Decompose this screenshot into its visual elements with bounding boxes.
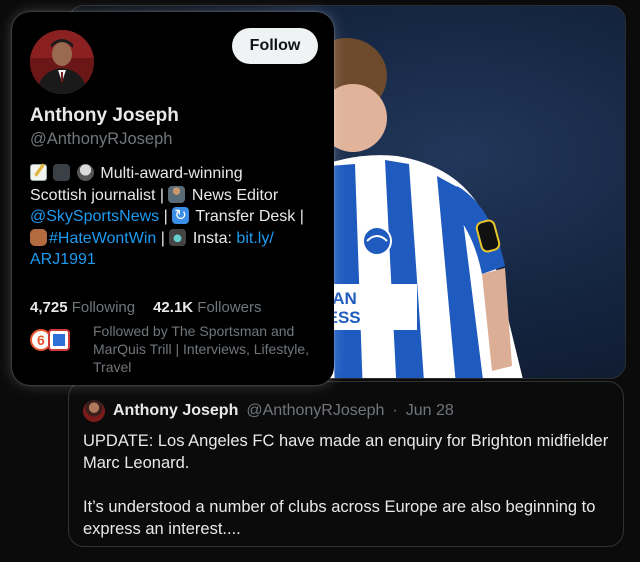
bio-text-2: Scottish journalist |: [30, 186, 164, 204]
bio-link-insta-1[interactable]: bit.ly/: [236, 230, 273, 247]
followers-label: Followers: [197, 299, 262, 316]
quote-date[interactable]: Jun 28: [406, 402, 454, 420]
microphone-emoji-icon: [76, 164, 94, 181]
raised-fist-emoji-icon: [30, 228, 47, 246]
following-label: Following: [71, 299, 136, 316]
bio-text-5: Transfer Desk |: [195, 208, 304, 225]
quote-body: UPDATE: Los Angeles FC have made an enqu…: [83, 430, 613, 562]
camera-flash-emoji-icon: [169, 228, 187, 246]
player-photo: RICAN PRESS: [307, 38, 523, 378]
movie-camera-emoji-icon: [53, 164, 71, 181]
quote-author-handle[interactable]: @AnthonyRJoseph: [246, 402, 384, 420]
quote-paragraph-1: UPDATE: Los Angeles FC have made an enqu…: [83, 432, 609, 472]
repeat-emoji-icon: [172, 205, 190, 227]
followed-by-avatars: [30, 329, 74, 353]
followed-by-text: Followed by The Sportsman and MarQuis Tr…: [93, 323, 310, 375]
quote-author-name[interactable]: Anthony Joseph: [113, 402, 238, 420]
followers-stat[interactable]: 42.1K Followers: [153, 299, 261, 316]
bio-link-insta-2[interactable]: ARJ1991: [30, 251, 96, 268]
profile-handle[interactable]: @AnthonyRJoseph: [30, 130, 172, 149]
quote-separator: ·: [392, 402, 398, 419]
quoted-tweet[interactable]: Anthony Joseph @AnthonyRJoseph · Jun 28 …: [68, 381, 624, 547]
following-stat[interactable]: 4,725 Following: [30, 299, 135, 316]
followers-count: 42.1K: [153, 299, 194, 316]
quote-paragraph-2: It’s understood a number of clubs across…: [83, 498, 596, 538]
office-worker-emoji-icon: [168, 185, 186, 203]
follow-button[interactable]: Follow: [232, 28, 318, 64]
followed-by[interactable]: Followed by The Sportsman and MarQuis Tr…: [30, 317, 322, 377]
profile-stats: 4,725 Following 42.1K Followers: [30, 299, 261, 316]
avatar-image: [30, 30, 94, 94]
quote-avatar[interactable]: [83, 400, 105, 422]
bio-text-7: Insta:: [192, 229, 232, 247]
bio-text-4: |: [163, 208, 168, 225]
bio-text-1: Multi-award-winning: [100, 165, 243, 182]
profile-name[interactable]: Anthony Joseph: [30, 105, 179, 127]
memo-emoji-icon: [30, 164, 47, 181]
following-count: 4,725: [30, 299, 68, 316]
quoted-tweet-header: Anthony Joseph @AnthonyRJoseph · Jun 28: [83, 400, 454, 422]
bio-text-6: |: [160, 229, 165, 247]
profile-hover-card: Follow Anthony Joseph @AnthonyRJoseph Mu…: [12, 12, 334, 385]
profile-bio: Multi-award-winning Scottish journalist …: [30, 163, 322, 271]
bio-link-hashtag[interactable]: #HateWontWin: [49, 230, 156, 247]
marquis-trill-logo-icon: [48, 329, 70, 351]
bio-text-3: News Editor: [191, 186, 279, 204]
profile-avatar[interactable]: [30, 30, 94, 94]
bio-link-skysportsnews[interactable]: @SkySportsNews: [30, 208, 159, 225]
